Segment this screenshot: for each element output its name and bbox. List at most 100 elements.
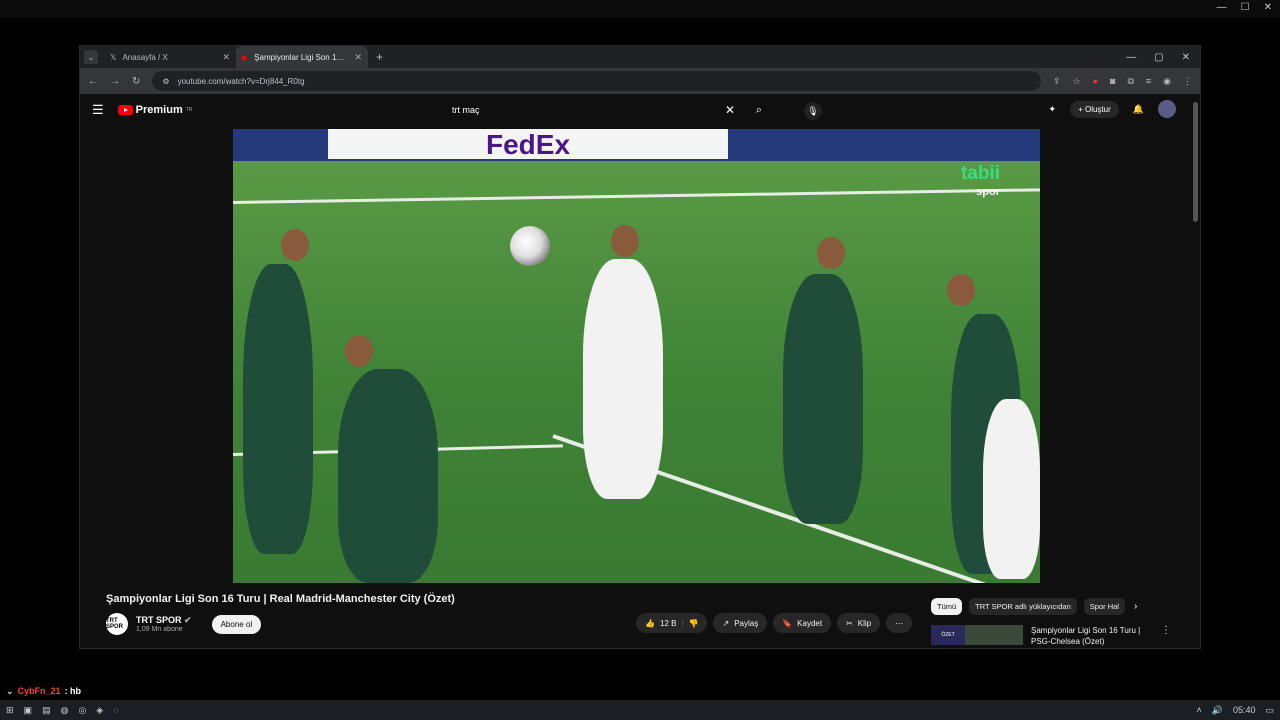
chevron-up-icon[interactable]: ˄: [1196, 705, 1201, 715]
minimize-icon[interactable]: —: [1217, 2, 1227, 13]
volume-icon[interactable]: 🔊: [1212, 705, 1223, 716]
chevron-down-icon[interactable]: ⌄: [6, 686, 14, 697]
search-box[interactable]: trt maç ✕ ⌕: [442, 99, 772, 121]
profile-icon[interactable]: ◉: [1163, 76, 1171, 87]
sponsor-text: FedEx: [328, 129, 728, 159]
notifications-icon[interactable]: 🔔: [1133, 104, 1144, 115]
save-button[interactable]: 🔖 Kaydet: [773, 613, 832, 633]
chevron-right-icon[interactable]: ›: [1134, 601, 1137, 612]
logo-text: Premium: [135, 104, 183, 116]
recommended-thumbnail-image: [965, 625, 1023, 645]
recommended-video[interactable]: ÖZET Şampiyonlar Ligi Son 16 Turu | PSG-…: [931, 625, 1171, 647]
scrollbar[interactable]: [1193, 102, 1198, 222]
advertising-board: FedEx: [233, 129, 1040, 161]
share-icon: ↗: [722, 618, 730, 628]
close-icon[interactable]: ✕: [1264, 2, 1272, 13]
discord-icon[interactable]: ◎: [78, 705, 86, 716]
menu-icon[interactable]: ⋮: [1183, 76, 1192, 87]
tab-x[interactable]: 𝕏 Anasayfa / X ✕: [104, 46, 236, 68]
site-info-icon[interactable]: ⚙: [162, 77, 169, 86]
avatar[interactable]: [1158, 100, 1176, 118]
more-actions-button[interactable]: ⋯: [886, 613, 913, 633]
youtube-logo[interactable]: Premium TR: [117, 104, 193, 116]
filter-chips: Tümü TRT SPOR adlı yüklayıcıdan Spor Hal…: [931, 598, 1137, 615]
tab-strip: ⌄ 𝕏 Anasayfa / X ✕ ▶ Şampiyonlar Ligi So…: [80, 46, 1200, 68]
menu-icon[interactable]: ☰: [92, 102, 104, 118]
os-title-bar: — ☐ ✕: [0, 0, 1280, 18]
video-player[interactable]: FedEx tabii spor: [233, 129, 1040, 583]
close-icon[interactable]: ✕: [1182, 52, 1190, 63]
watermark-text: tabii: [960, 163, 1000, 184]
extension-icon[interactable]: ●: [1093, 76, 1098, 87]
verified-icon: ✔: [184, 615, 192, 625]
search-input[interactable]: trt maç: [452, 105, 725, 115]
mic-icon[interactable]: 🎙: [804, 102, 822, 120]
restore-icon[interactable]: ▢: [1154, 52, 1163, 63]
forward-icon[interactable]: →: [110, 76, 120, 87]
close-tab-icon[interactable]: ✕: [222, 52, 230, 63]
clock[interactable]: 05:40: [1233, 705, 1256, 715]
minimize-icon[interactable]: —: [1126, 52, 1136, 63]
install-icon[interactable]: ⇪: [1053, 76, 1061, 87]
new-tab-button[interactable]: +: [376, 50, 383, 64]
clip-button[interactable]: ✂ Klip: [837, 613, 881, 633]
ai-icon[interactable]: ✦: [1049, 104, 1057, 115]
recommended-thumbnail[interactable]: ÖZET: [931, 625, 965, 645]
youtube-icon: ▶: [242, 52, 249, 62]
start-icon[interactable]: ⊞: [6, 705, 14, 716]
clip-label: Klip: [857, 618, 872, 628]
folder-icon[interactable]: ▤: [42, 705, 51, 716]
subscribe-button[interactable]: Abone ol: [211, 614, 262, 634]
media-icon[interactable]: ≡: [1146, 76, 1151, 87]
bookmark-star-icon[interactable]: ☆: [1072, 76, 1080, 87]
os-window-controls: — ☐ ✕: [1217, 2, 1272, 13]
notifications-icon[interactable]: ▭: [1265, 705, 1274, 716]
player-head: [345, 335, 373, 367]
create-label: Oluştur: [1084, 104, 1111, 114]
reload-icon[interactable]: ↻: [132, 76, 140, 87]
video-actions: 👍 12 B | 👎 ↗ Paylaş 🔖 Kaydet ✂ Klip ⋯: [636, 613, 913, 633]
channel-name[interactable]: TRT SPOR ✔: [136, 615, 192, 626]
app-icon[interactable]: ▣: [24, 705, 33, 716]
chip-sports[interactable]: Spor Hal: [1083, 598, 1125, 615]
back-icon[interactable]: ←: [88, 76, 98, 87]
chip-uploader[interactable]: TRT SPOR adlı yüklayıcıdan: [969, 598, 1077, 615]
header-actions: ✦ + Oluştur 🔔: [1049, 100, 1176, 118]
chat-overlay: ⌄ CybFn_21 : hb: [6, 686, 81, 697]
steam-icon[interactable]: ◈: [96, 705, 103, 716]
tab-search-button[interactable]: ⌄: [84, 50, 98, 64]
search-icon[interactable]: ⌕: [747, 104, 771, 117]
browser-icon[interactable]: ◍: [61, 705, 69, 716]
extension-icon[interactable]: ◙: [1110, 76, 1115, 87]
address-bar[interactable]: ⚙ youtube.com/watch?v=Drj844_R0tg: [152, 71, 1041, 91]
youtube-header: ☰ Premium TR trt maç ✕ ⌕ 🎙 ✦ + Oluştur 🔔: [80, 94, 1200, 126]
recommended-title[interactable]: Şampiyonlar Ligi Son 16 Turu | PSG-Chels…: [1031, 625, 1153, 647]
player-head: [611, 225, 639, 257]
tab-title: Şampiyonlar Ligi Son 16 Turu | R: [254, 52, 348, 62]
save-label: Kaydet: [797, 618, 823, 628]
channel-avatar[interactable]: TRT SPOR: [106, 613, 128, 635]
channel-row: TRT SPOR TRT SPOR ✔ 1,09 Mn abone Abone …: [106, 613, 262, 635]
share-label: Paylaş: [734, 618, 759, 628]
maximize-icon[interactable]: ☐: [1241, 2, 1250, 13]
chip-all[interactable]: Tümü: [931, 598, 963, 615]
like-count: 12 B: [659, 618, 677, 628]
app-icon[interactable]: ◌: [113, 705, 118, 716]
player-head: [281, 229, 309, 261]
chat-username: CybFn_21: [17, 686, 61, 696]
logo-region: TR: [185, 107, 193, 113]
tab-title: Anasayfa / X: [122, 52, 168, 62]
thumbs-down-icon[interactable]: 👎: [689, 619, 699, 628]
share-button[interactable]: ↗ Paylaş: [713, 613, 768, 633]
more-vert-icon[interactable]: ⋮: [1161, 625, 1171, 647]
like-button[interactable]: 👍 12 B | 👎: [636, 613, 708, 633]
close-tab-icon[interactable]: ✕: [354, 52, 362, 63]
clear-search-icon[interactable]: ✕: [725, 103, 735, 117]
create-button[interactable]: + Oluştur: [1070, 100, 1119, 118]
bookmark-icon: 🔖: [782, 618, 793, 628]
puzzle-icon[interactable]: ⧉: [1127, 76, 1133, 87]
watermark-sub: spor: [976, 186, 1000, 198]
tab-youtube[interactable]: ▶ Şampiyonlar Ligi Son 16 Turu | R ✕: [236, 46, 368, 68]
toolbar: ← → ↻ ⚙ youtube.com/watch?v=Drj844_R0tg …: [80, 68, 1200, 94]
player-city: [243, 264, 313, 554]
